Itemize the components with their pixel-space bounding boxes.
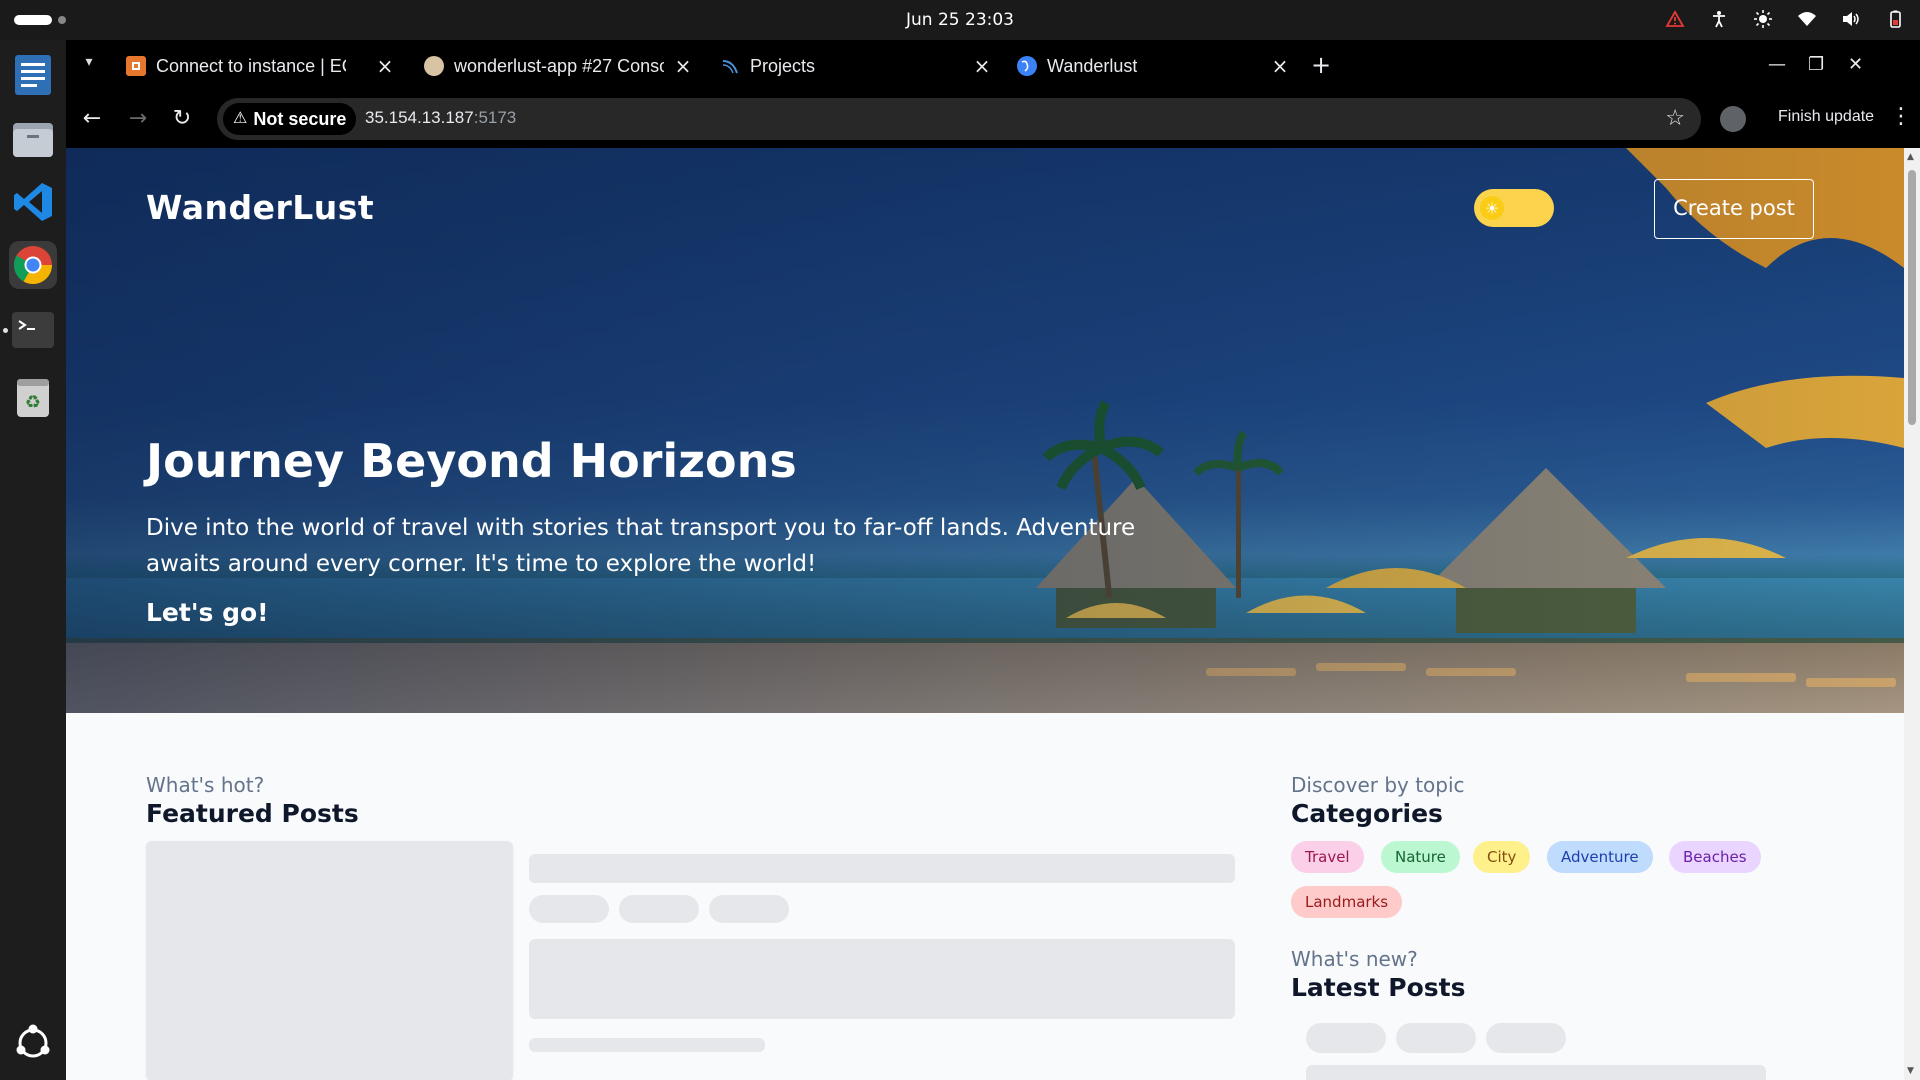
security-indicator[interactable]: ⚠ Not secure — [223, 103, 357, 135]
bookmark-star-icon[interactable]: ☆ — [1665, 106, 1685, 131]
tab-jenkins[interactable]: wonderlust-app #27 Console — [424, 48, 664, 84]
forward-icon[interactable]: → — [126, 107, 150, 131]
categories-title: Categories — [1291, 799, 1443, 828]
browser-toolbar: ← → ↻ ⚠ Not secure 35.154.13.187:5173 ☆ … — [66, 90, 1920, 148]
finish-update-button[interactable]: Finish update — [1778, 108, 1874, 126]
system-top-bar: Jun 25 23:03 — [0, 0, 1920, 40]
site-logo[interactable]: WanderLust — [146, 188, 374, 227]
latest-tag-skeleton — [1306, 1023, 1386, 1053]
tab-title: wonderlust-app #27 Console — [454, 55, 664, 76]
close-tab-icon[interactable]: × — [973, 56, 991, 76]
brightness-icon[interactable] — [1752, 8, 1774, 30]
browser-menu-icon[interactable]: ⋮ — [1890, 104, 1912, 129]
reload-icon[interactable]: ↻ — [170, 107, 194, 131]
category-chip-landmarks[interactable]: Landmarks — [1291, 886, 1403, 918]
sonarqube-icon — [720, 56, 740, 76]
close-tab-icon[interactable]: × — [1271, 56, 1289, 76]
terminal-icon[interactable] — [9, 306, 57, 354]
files-icon[interactable] — [9, 115, 57, 163]
battery-icon[interactable] — [1884, 8, 1906, 30]
featured-meta-skeleton — [529, 1038, 765, 1052]
category-chip-beaches[interactable]: Beaches — [1669, 841, 1761, 873]
url-port: :5173 — [473, 108, 517, 127]
latest-tag-skeleton — [1396, 1023, 1476, 1053]
sun-icon: ☀ — [1480, 196, 1504, 220]
category-chip-adventure[interactable]: Adventure — [1547, 841, 1653, 873]
scroll-up-arrow[interactable]: ▲ — [1907, 152, 1914, 162]
alert-icon[interactable] — [1664, 8, 1686, 30]
featured-title-skeleton — [529, 854, 1235, 883]
latest-title-skeleton — [1306, 1065, 1766, 1080]
address-bar[interactable]: ⚠ Not secure 35.154.13.187:5173 ☆ — [217, 98, 1701, 140]
latest-kicker: What's new? — [1291, 947, 1418, 971]
featured-title: Featured Posts — [146, 799, 359, 828]
minimize-icon[interactable]: — — [1768, 54, 1786, 75]
scroll-down-arrow[interactable]: ▼ — [1907, 1066, 1914, 1076]
tab-strip: ▾ Connect to instance | EC2 × wonderlust… — [66, 40, 1920, 90]
profile-avatar[interactable] — [1720, 106, 1746, 132]
svg-text:♻: ♻ — [25, 392, 41, 413]
dock: ♻ — [0, 40, 66, 1080]
featured-tag-skeleton — [529, 895, 609, 923]
hero-overlay — [66, 148, 1904, 713]
featured-kicker: What's hot? — [146, 773, 265, 797]
hero-description: Dive into the world of travel with stori… — [146, 515, 1136, 577]
accessibility-icon[interactable] — [1708, 8, 1730, 30]
security-label: Not secure — [253, 109, 347, 129]
tab-title: Projects — [750, 55, 816, 76]
category-chip-travel[interactable]: Travel — [1291, 841, 1364, 873]
tab-wanderlust[interactable]: Wanderlust — [1017, 48, 1257, 84]
text-editor-icon[interactable] — [9, 51, 57, 99]
close-tab-icon[interactable]: × — [376, 56, 394, 76]
close-window-icon[interactable]: ✕ — [1848, 54, 1863, 75]
theme-toggle[interactable]: ☀ — [1474, 189, 1554, 227]
chrome-icon[interactable] — [9, 241, 57, 289]
back-icon[interactable]: ← — [80, 107, 104, 131]
featured-image-skeleton — [146, 841, 513, 1080]
featured-tag-skeleton — [619, 895, 699, 923]
featured-tag-skeleton — [709, 895, 789, 923]
trash-icon[interactable]: ♻ — [9, 374, 57, 422]
latest-title: Latest Posts — [1291, 973, 1466, 1002]
new-tab-button[interactable]: + — [1311, 53, 1331, 77]
url-text[interactable]: 35.154.13.187:5173 — [365, 108, 516, 128]
jenkins-icon — [424, 56, 444, 76]
restore-icon[interactable]: ❐ — [1808, 54, 1824, 75]
url-host: 35.154.13.187 — [365, 108, 474, 127]
browser-window: ▾ Connect to instance | EC2 × wonderlust… — [66, 40, 1920, 1080]
latest-tag-skeleton — [1486, 1023, 1566, 1053]
aws-icon — [126, 56, 146, 76]
tab-search-button[interactable]: ▾ — [78, 54, 100, 76]
warning-icon: ⚠ — [233, 110, 248, 127]
clock[interactable]: Jun 25 23:03 — [0, 10, 1920, 30]
terminal-running-indicator — [3, 328, 8, 333]
page-viewport: WanderLust ☀ Create post Journey Beyond … — [66, 148, 1904, 1080]
show-apps-icon[interactable] — [9, 1019, 57, 1067]
tab-ec2[interactable]: Connect to instance | EC2 — [126, 48, 346, 84]
wifi-icon[interactable] — [1796, 8, 1818, 30]
page-scrollbar[interactable]: ▲ ▼ — [1904, 148, 1920, 1080]
close-tab-icon[interactable]: × — [674, 56, 692, 76]
categories-kicker: Discover by topic — [1291, 773, 1465, 797]
globe-icon — [1017, 56, 1037, 76]
vscode-icon[interactable] — [9, 178, 57, 226]
hero-title: Journey Beyond Horizons — [146, 434, 797, 488]
featured-body-skeleton — [529, 939, 1235, 1019]
category-chip-nature[interactable]: Nature — [1381, 841, 1460, 873]
tab-title: Connect to instance | EC2 — [156, 55, 346, 76]
volume-icon[interactable] — [1840, 8, 1862, 30]
tab-title: Wanderlust — [1047, 55, 1138, 76]
category-chip-city[interactable]: City — [1473, 841, 1531, 873]
lets-go-link[interactable]: Let's go! — [146, 598, 269, 627]
scroll-thumb[interactable] — [1908, 170, 1916, 425]
hero-section: WanderLust ☀ Create post Journey Beyond … — [66, 148, 1904, 713]
create-post-button[interactable]: Create post — [1654, 179, 1814, 239]
tab-projects[interactable]: Projects — [720, 48, 960, 84]
